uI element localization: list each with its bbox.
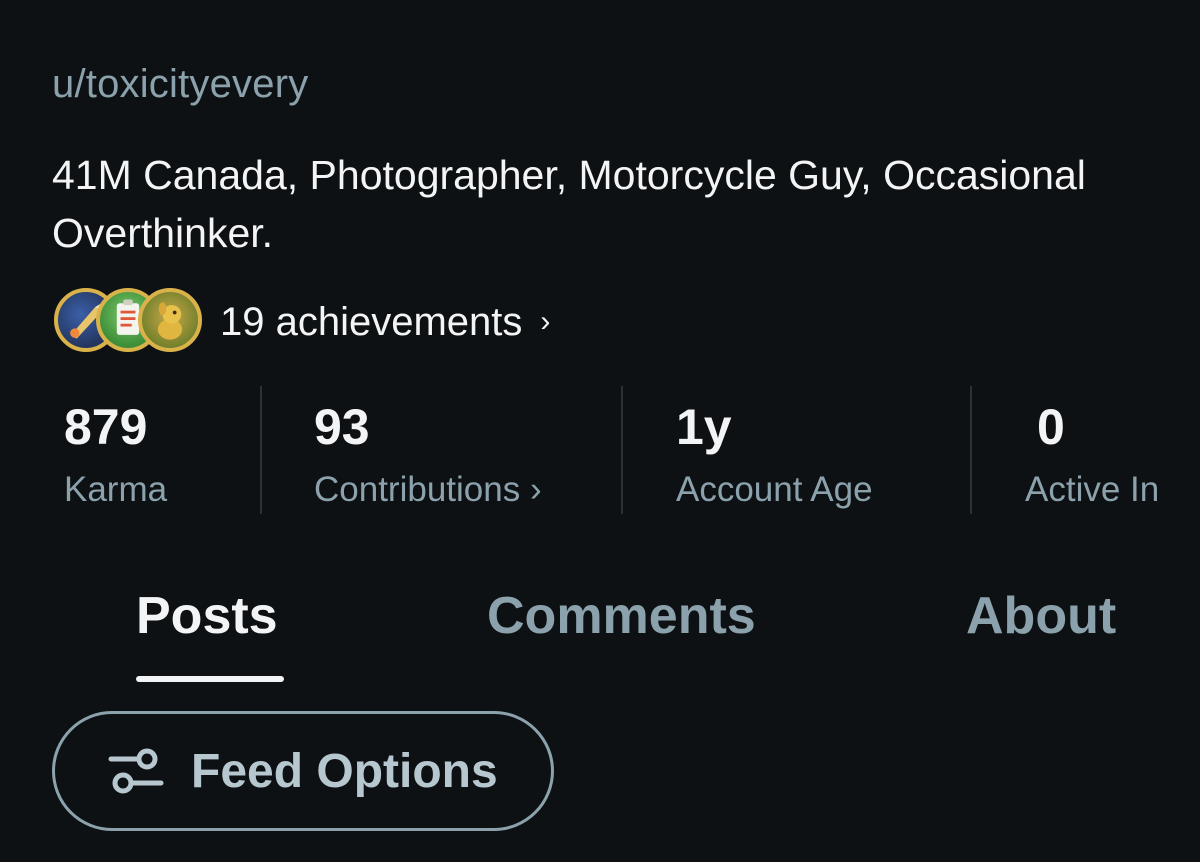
stat-value: 1y	[676, 399, 732, 455]
feed-options-button[interactable]: Feed Options	[52, 711, 554, 831]
stat-value: 93	[314, 399, 370, 455]
tab-posts[interactable]: Posts	[136, 586, 278, 646]
profile-stats: 879 Karma 93 Contributions › 1y Account …	[0, 386, 1200, 516]
stat-divider	[970, 386, 972, 514]
profile-page: u/toxicityevery 41M Canada, Photographer…	[0, 0, 1200, 862]
stat-value: 879	[64, 399, 148, 455]
stat-label: Karma	[64, 470, 168, 509]
feed-options-label: Feed Options	[191, 744, 498, 798]
achievement-badge-icon	[138, 288, 202, 352]
stat-label: Account Age	[676, 470, 873, 509]
tab-about[interactable]: About	[966, 586, 1116, 646]
stat-label: Active In	[1025, 470, 1160, 509]
creature-badge-icon	[157, 302, 183, 340]
achievements-row[interactable]: 19 achievements ›	[54, 286, 550, 358]
stat-value: 0	[1037, 399, 1065, 455]
chevron-right-icon: ›	[540, 305, 551, 338]
tab-comments[interactable]: Comments	[487, 586, 756, 646]
stat-divider	[621, 386, 623, 514]
achievements-label: 19 achievements	[220, 299, 523, 344]
profile-bio: 41M Canada, Photographer, Motorcycle Guy…	[52, 152, 1086, 256]
stat-divider	[260, 386, 262, 514]
active-tab-indicator	[136, 676, 284, 682]
stat-label: Contributions ›	[314, 470, 542, 509]
profile-username: u/toxicityevery	[52, 62, 309, 106]
profile-tabs: Posts Comments About	[0, 570, 1200, 685]
achievement-badges	[54, 286, 204, 358]
sliders-icon	[108, 748, 164, 794]
